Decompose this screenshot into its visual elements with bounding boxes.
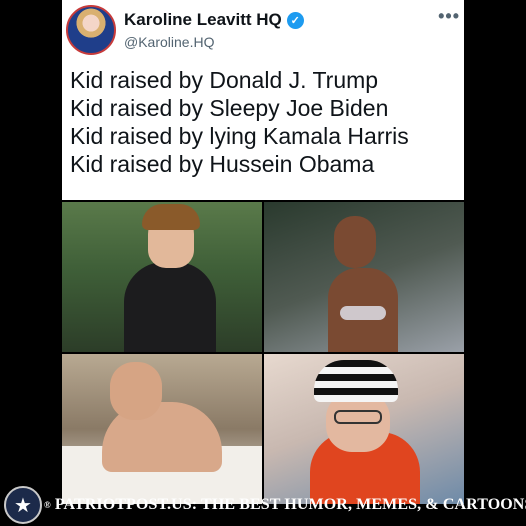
post-card: Karoline Leavitt HQ ✓ @Karoline.HQ ••• K…: [62, 0, 464, 200]
photo-biden-kid[interactable]: [264, 202, 464, 352]
verified-badge-icon: ✓: [286, 11, 304, 29]
post-text-line: Kid raised by lying Kamala Harris: [70, 123, 409, 149]
photo-harris-kid[interactable]: [62, 354, 262, 504]
footer-text[interactable]: ® PATRIOTPOST.US: THE BEST HUMOR, MEMES, …: [44, 496, 526, 514]
post-text: Kid raised by Donald J. Trump Kid raised…: [70, 66, 409, 178]
avatar[interactable]: [66, 5, 116, 55]
figure-hair: [142, 204, 200, 230]
star-seal-icon: ★: [4, 486, 42, 524]
post-text-line: Kid raised by Donald J. Trump: [70, 67, 379, 93]
post-header: Karoline Leavitt HQ ✓ @Karoline.HQ •••: [62, 0, 464, 62]
more-options-icon[interactable]: •••: [438, 6, 460, 27]
author-row: Karoline Leavitt HQ ✓: [124, 10, 304, 30]
footer-label: PATRIOTPOST.US: THE BEST HUMOR, MEMES, &…: [54, 496, 526, 513]
author-name[interactable]: Karoline Leavitt HQ: [124, 10, 282, 30]
footer-banner: ★ ® PATRIOTPOST.US: THE BEST HUMOR, MEMES…: [0, 484, 526, 526]
figure-body: [124, 262, 216, 352]
striped-hat: [314, 360, 398, 402]
photo-trump-kid[interactable]: [62, 202, 262, 352]
figure-head: [334, 216, 376, 268]
post-text-line: Kid raised by Sleepy Joe Biden: [70, 95, 389, 121]
post-text-line: Kid raised by Hussein Obama: [70, 151, 375, 177]
figure-clothing: [340, 306, 386, 320]
author-handle[interactable]: @Karoline.HQ: [124, 34, 214, 50]
figure-head: [110, 362, 162, 420]
photo-grid: [62, 202, 464, 504]
glasses: [334, 410, 382, 424]
registered-mark: ®: [44, 500, 51, 511]
photo-obama-kid[interactable]: [264, 354, 464, 504]
